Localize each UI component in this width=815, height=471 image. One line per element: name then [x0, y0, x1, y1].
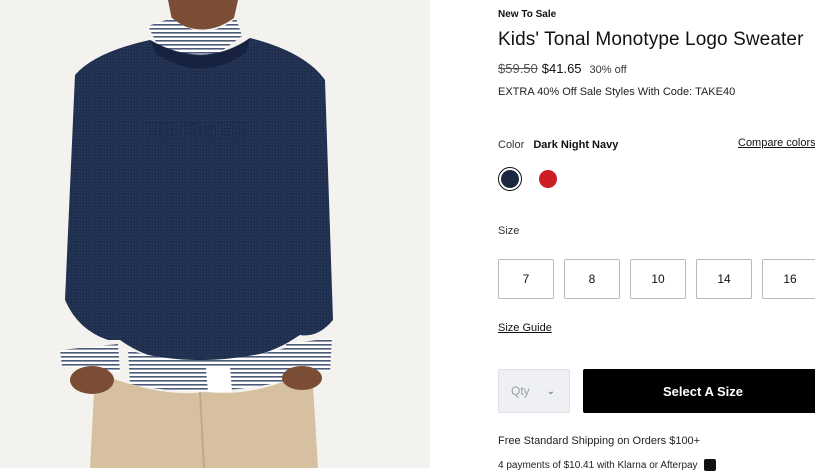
discount-label: 30% off — [589, 64, 627, 76]
chevron-down-icon: ⌄ — [546, 385, 555, 397]
product-image[interactable]: HILFIGER — [0, 0, 430, 468]
size-option-14[interactable]: 14 — [696, 259, 752, 299]
size-option-8[interactable]: 8 — [564, 259, 620, 299]
red-swatch[interactable] — [536, 167, 560, 191]
afterpay-icon — [703, 459, 716, 471]
size-label: Size — [498, 225, 520, 237]
compare-colors-link[interactable]: Compare colors — [738, 137, 815, 149]
product-details: New To Sale Kids' Tonal Monotype Logo Sw… — [498, 0, 815, 471]
price-row: $59.50 $41.65 30% off — [498, 61, 627, 76]
sale-price: $41.65 — [541, 61, 582, 76]
color-label: Color — [498, 139, 525, 151]
sale-badge: New To Sale — [498, 9, 557, 20]
product-title: Kids' Tonal Monotype Logo Sweater — [498, 29, 804, 50]
add-to-bag-button[interactable]: Select A Size — [583, 369, 815, 413]
quantity-select[interactable]: Qty ⌄ — [498, 369, 570, 413]
size-option-16[interactable]: 16 — [762, 259, 815, 299]
selected-color: Dark Night Navy — [533, 139, 619, 151]
installments-text: 4 payments of $10.41 with Klarna or Afte… — [498, 459, 698, 471]
size-guide-link[interactable]: Size Guide — [498, 322, 552, 334]
color-swatches — [498, 167, 560, 191]
original-price: $59.50 — [498, 61, 538, 76]
sweater-logo-text: HILFIGER — [145, 118, 248, 143]
promo-message: EXTRA 40% Off Sale Styles With Code: TAK… — [498, 86, 736, 98]
quantity-placeholder: Qty — [511, 384, 530, 398]
red-swatch-fill — [539, 170, 557, 188]
size-option-10[interactable]: 10 — [630, 259, 686, 299]
size-options: 7 8 10 14 16 — [498, 259, 815, 299]
installments-row: 4 payments of $10.41 with Klarna or Afte… — [498, 459, 716, 471]
navy-swatch-fill — [501, 170, 519, 188]
size-option-7[interactable]: 7 — [498, 259, 554, 299]
shipping-message: Free Standard Shipping on Orders $100+ — [498, 435, 701, 447]
navy-swatch[interactable] — [498, 167, 522, 191]
